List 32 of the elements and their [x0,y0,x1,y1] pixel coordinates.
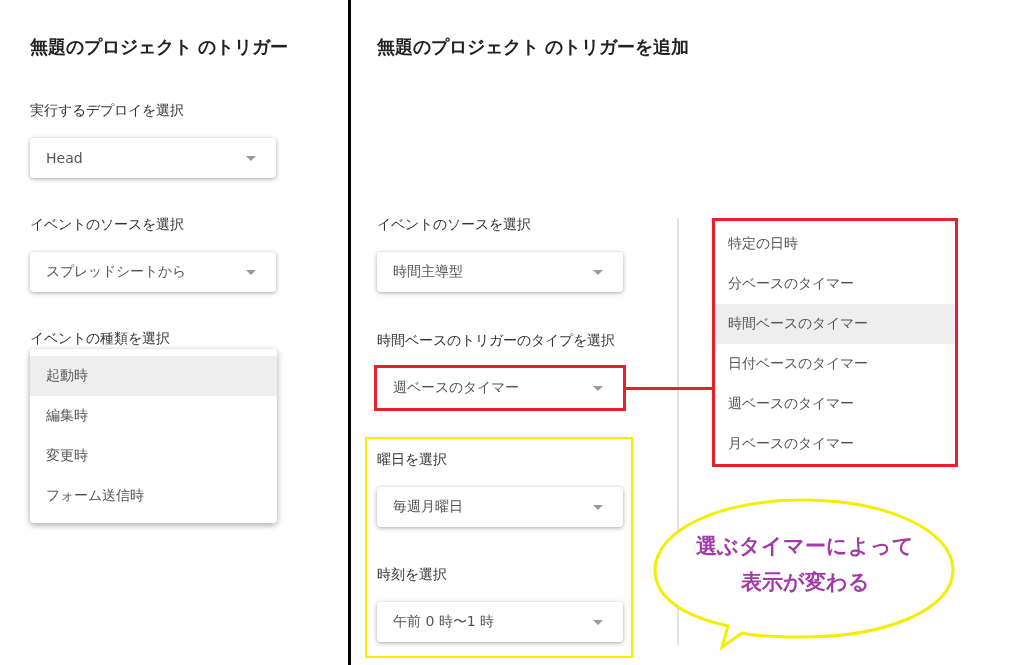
field-label: イベントのソースを選択 [377,215,532,234]
panel-title: 無題のプロジェクト のトリガーを追加 [377,35,690,59]
dropdown[interactable]: スプレッドシートから [30,252,276,292]
field-label: イベントの種類を選択 [30,329,171,348]
field-label: イベントのソースを選択 [30,215,185,234]
menu-item[interactable]: 特定の日時 [715,224,955,264]
menu-item[interactable]: 分ベースのタイマー [715,264,955,304]
menu-item[interactable]: 起動時 [30,356,277,396]
dropdown[interactable]: 午前 0 時〜1 時 [377,602,623,642]
caret-icon [593,385,603,391]
menu-item[interactable]: 変更時 [30,436,277,476]
callout-text: 選ぶタイマーによって [696,533,914,560]
field-label: 時刻を選択 [377,565,448,584]
dropdown[interactable]: 時間主導型 [377,252,623,292]
menu-item[interactable]: 月ベースのタイマー [715,424,955,464]
caret-icon [246,269,256,275]
callout-text: 表示が変わる [740,569,870,596]
menu-item[interactable]: 週ベースのタイマー [715,384,955,424]
caret-icon [593,269,603,275]
caret-icon [593,504,603,510]
field-label: 曜日を選択 [377,450,448,469]
menu-item[interactable]: 編集時 [30,396,277,436]
caret-icon [593,619,603,625]
menu-item[interactable]: 時間ベースのタイマー [715,304,955,344]
dropdown[interactable]: Head [30,138,276,178]
field-label: 実行するデプロイを選択 [30,101,185,120]
panel-title: 無題のプロジェクト のトリガー [30,35,289,59]
dropdown[interactable]: 毎週月曜日 [377,487,623,527]
menu-item[interactable]: 日付ベースのタイマー [715,344,955,384]
menu-item[interactable]: フォーム送信時 [30,476,277,516]
caret-icon [246,155,256,161]
field-label: 時間ベースのトリガーのタイプを選択 [377,331,616,350]
